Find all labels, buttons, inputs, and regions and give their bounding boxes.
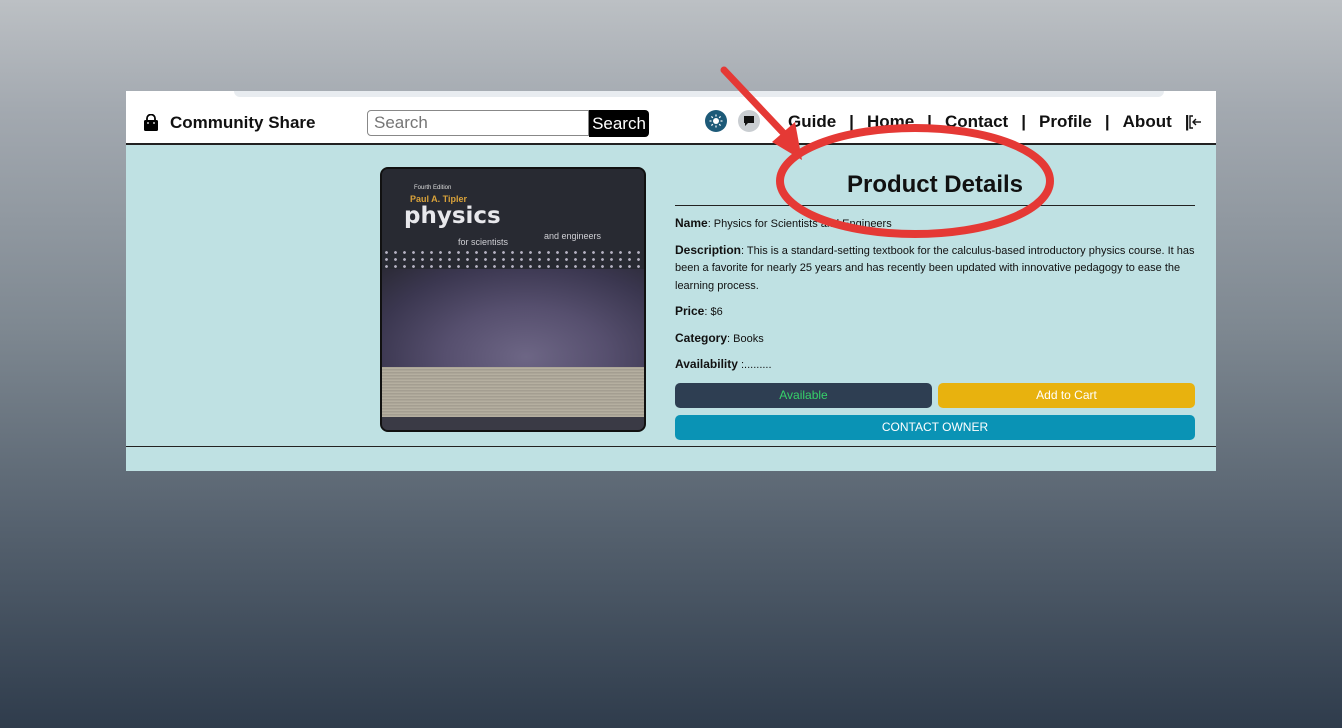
brand-name: Community Share (170, 113, 316, 132)
contact-owner-button[interactable]: CONTACT OWNER (675, 414, 1195, 440)
name-value: : Physics for Scientists and Engineers (707, 218, 892, 230)
cover-subtitle-left: for scientists (458, 237, 509, 247)
availability-row: Availability :......... (675, 356, 1195, 375)
logout-icon[interactable] (1186, 113, 1204, 131)
add-to-cart-button[interactable]: Add to Cart (938, 382, 1195, 408)
browser-chrome (126, 91, 1216, 103)
chat-button[interactable] (738, 110, 760, 132)
description-value: : This is a standard-setting textbook fo… (675, 244, 1195, 292)
cover-edition: Fourth Edition (414, 185, 452, 191)
theme-toggle-button[interactable] (705, 110, 727, 132)
cover-bottom (382, 417, 644, 430)
availability-value: :......... (737, 359, 772, 371)
availability-label: Availability (675, 357, 738, 371)
search-input[interactable] (367, 110, 589, 136)
nav-separator: | (1021, 112, 1026, 131)
chat-bubble-icon (744, 116, 754, 126)
available-button[interactable]: Available (675, 382, 932, 408)
category-value: : Books (727, 332, 764, 345)
category-label: Category (675, 330, 728, 345)
cover-wave (382, 269, 644, 379)
price-label: Price (675, 304, 705, 318)
nav-link-profile[interactable]: Profile (1039, 112, 1092, 132)
navbar: Community Share Search Guide | (126, 103, 1216, 145)
address-bar-edge (234, 91, 1164, 97)
category-row: Category: Books (675, 330, 1195, 349)
nav-link-about[interactable]: About (1123, 112, 1172, 132)
brand[interactable]: Community Share (142, 111, 315, 135)
nav-separator: | (927, 112, 932, 131)
price-row: Price: $6 (675, 303, 1195, 322)
nav-separator: | (1104, 112, 1110, 131)
footer-divider (126, 446, 1216, 447)
browser-window: Community Share Search Guide | (126, 91, 1216, 471)
cover-page-edges (382, 367, 644, 419)
name-row: Name: Physics for Scientists and Enginee… (675, 215, 1195, 234)
sun-icon (709, 114, 723, 128)
page-title: Product Details (675, 167, 1195, 206)
cover-title: physics (404, 203, 501, 229)
action-buttons: Available Add to Cart (675, 382, 1195, 408)
cover-subtitle-right: and engineers (544, 231, 602, 241)
description-row: Description: This is a standard-setting … (675, 242, 1195, 296)
nav-link-contact[interactable]: Contact (945, 112, 1008, 132)
product-image: Fourth Edition Paul A. Tipler physics fo… (380, 167, 646, 432)
nav-link-guide[interactable]: Guide (788, 112, 836, 132)
nav-link-home[interactable]: Home (867, 112, 914, 132)
shopping-bag-icon (144, 114, 158, 131)
product-details: Product Details Name: Physics for Scient… (675, 167, 1195, 440)
name-label: Name (675, 216, 708, 230)
description-label: Description (675, 242, 742, 257)
price-value: : $6 (704, 306, 723, 318)
search-button[interactable]: Search (589, 110, 649, 137)
nav-separator: | (849, 112, 854, 131)
nav-links: Guide | Home | Contact | Profile | About… (788, 109, 1203, 135)
